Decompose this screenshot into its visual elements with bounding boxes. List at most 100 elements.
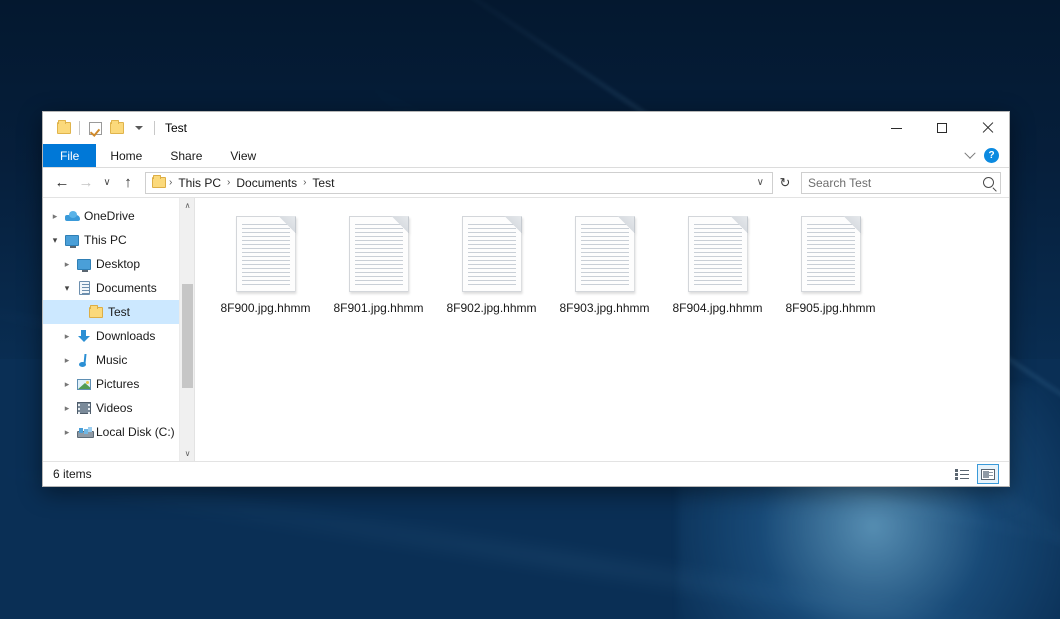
chevron-right-icon[interactable]: ▸	[59, 427, 75, 438]
sidebar-item-videos[interactable]: ▸ Videos	[43, 396, 179, 420]
sidebar-item-label: This PC	[81, 233, 127, 247]
breadcrumb-item-test[interactable]: Test	[309, 176, 337, 190]
toolbar-divider	[154, 121, 155, 135]
sidebar-item-label: Desktop	[93, 257, 140, 271]
tab-share[interactable]: Share	[156, 144, 216, 167]
quick-access-toolbar: Test	[43, 117, 187, 139]
file-item[interactable]: 8F904.jpg.hhmm	[661, 212, 774, 337]
ribbon-tab-bar: File Home Share View ?	[43, 144, 1009, 168]
details-view-button[interactable]	[951, 464, 973, 484]
scroll-up-icon[interactable]: ∧	[180, 198, 195, 213]
navigation-pane: ▸ OneDrive ▾ This PC ▸ Desktop ▾	[43, 198, 195, 461]
sidebar-item-label: Music	[93, 353, 127, 367]
file-name: 8F901.jpg.hhmm	[333, 301, 423, 315]
tab-file[interactable]: File	[43, 144, 96, 167]
breadcrumb-dropdown-icon[interactable]: ∨	[753, 177, 768, 188]
refresh-icon[interactable]: ↻	[775, 172, 795, 194]
file-name: 8F903.jpg.hhmm	[559, 301, 649, 315]
navigation-pane-scrollbar[interactable]: ∧ ∨	[179, 198, 194, 461]
search-box[interactable]: Search Test	[801, 172, 1001, 194]
file-item[interactable]: 8F901.jpg.hhmm	[322, 212, 435, 337]
generic-file-icon	[236, 216, 296, 292]
sidebar-item-onedrive[interactable]: ▸ OneDrive	[43, 204, 179, 228]
file-item[interactable]: 8F905.jpg.hhmm	[774, 212, 887, 337]
breadcrumb-separator: ›	[302, 177, 307, 188]
folder-icon[interactable]	[53, 117, 75, 139]
sidebar-item-label: Test	[105, 305, 130, 319]
forward-button[interactable]: →	[75, 172, 97, 194]
folder-icon	[152, 177, 166, 188]
up-button[interactable]: ↑	[117, 172, 139, 194]
file-explorer-window: Test File Home Share View ? ← → ∨ ↑ › Th…	[42, 111, 1010, 487]
chevron-down-icon[interactable]	[964, 147, 975, 158]
folder-icon	[87, 307, 105, 318]
maximize-button[interactable]	[919, 112, 964, 144]
generic-file-icon	[575, 216, 635, 292]
file-item[interactable]: 8F903.jpg.hhmm	[548, 212, 661, 337]
sidebar-item-label: Downloads	[93, 329, 155, 343]
search-icon	[983, 177, 994, 188]
file-item[interactable]: 8F902.jpg.hhmm	[435, 212, 548, 337]
chevron-right-icon[interactable]: ▸	[59, 355, 75, 366]
recent-locations-button[interactable]: ∨	[99, 172, 115, 194]
item-count-label: 6 items	[53, 467, 92, 481]
chevron-right-icon[interactable]: ▸	[59, 259, 75, 270]
disk-icon	[75, 427, 93, 438]
sidebar-item-label: Pictures	[93, 377, 139, 391]
breadcrumb-item-documents[interactable]: Documents	[233, 176, 300, 190]
chevron-right-icon[interactable]: ▸	[59, 403, 75, 414]
properties-icon[interactable]	[84, 117, 106, 139]
customize-dropdown-icon[interactable]	[128, 117, 150, 139]
close-button[interactable]	[964, 112, 1009, 144]
ribbon-spacer	[270, 144, 966, 167]
chevron-right-icon[interactable]: ▸	[59, 379, 75, 390]
help-icon[interactable]: ?	[984, 148, 999, 163]
sidebar-item-label: OneDrive	[81, 209, 135, 223]
breadcrumb[interactable]: › This PC › Documents › Test ∨	[145, 172, 773, 194]
chevron-down-icon[interactable]: ▾	[47, 235, 63, 246]
address-bar: ← → ∨ ↑ › This PC › Documents › Test ∨ ↻…	[43, 168, 1009, 198]
monitor-icon	[75, 259, 93, 270]
tab-home[interactable]: Home	[96, 144, 156, 167]
file-name: 8F904.jpg.hhmm	[672, 301, 762, 315]
back-button[interactable]: ←	[51, 172, 73, 194]
file-list-pane[interactable]: 8F900.jpg.hhmm 8F901.jpg.hhmm 8F902.jpg.…	[195, 198, 1009, 461]
ribbon-right-controls: ?	[966, 144, 1009, 167]
breadcrumb-separator: ›	[168, 177, 173, 188]
chevron-down-icon[interactable]: ▾	[59, 283, 75, 294]
sidebar-item-desktop[interactable]: ▸ Desktop	[43, 252, 179, 276]
folder-tree: ▸ OneDrive ▾ This PC ▸ Desktop ▾	[43, 198, 179, 461]
music-icon	[75, 354, 93, 367]
chevron-right-icon[interactable]: ▸	[59, 331, 75, 342]
title-bar: Test	[43, 112, 1009, 144]
document-icon	[75, 281, 93, 295]
window-title: Test	[165, 121, 187, 135]
breadcrumb-separator: ›	[226, 177, 231, 188]
scroll-down-icon[interactable]: ∨	[180, 446, 195, 461]
sidebar-item-music[interactable]: ▸ Music	[43, 348, 179, 372]
scrollbar-thumb[interactable]	[182, 284, 193, 388]
sidebar-item-pictures[interactable]: ▸ Pictures	[43, 372, 179, 396]
video-icon	[75, 402, 93, 414]
file-item[interactable]: 8F900.jpg.hhmm	[209, 212, 322, 337]
sidebar-item-documents[interactable]: ▾ Documents	[43, 276, 179, 300]
sidebar-item-test[interactable]: Test	[43, 300, 179, 324]
picture-icon	[75, 379, 93, 390]
cloud-icon	[63, 211, 81, 221]
tab-view[interactable]: View	[216, 144, 270, 167]
sidebar-item-label: Videos	[93, 401, 132, 415]
chevron-right-icon[interactable]: ▸	[47, 211, 63, 222]
large-icons-view-button[interactable]	[977, 464, 999, 484]
sidebar-item-downloads[interactable]: ▸ Downloads	[43, 324, 179, 348]
monitor-icon	[63, 235, 81, 246]
toolbar-divider	[79, 121, 80, 135]
generic-file-icon	[349, 216, 409, 292]
minimize-button[interactable]	[874, 112, 919, 144]
download-icon	[75, 330, 93, 343]
file-grid: 8F900.jpg.hhmm 8F901.jpg.hhmm 8F902.jpg.…	[209, 212, 1009, 337]
search-input[interactable]: Search Test	[808, 176, 983, 190]
new-folder-icon[interactable]	[106, 117, 128, 139]
breadcrumb-item-this-pc[interactable]: This PC	[175, 176, 224, 190]
sidebar-item-local-disk-c[interactable]: ▸ Local Disk (C:)	[43, 420, 179, 444]
sidebar-item-this-pc[interactable]: ▾ This PC	[43, 228, 179, 252]
